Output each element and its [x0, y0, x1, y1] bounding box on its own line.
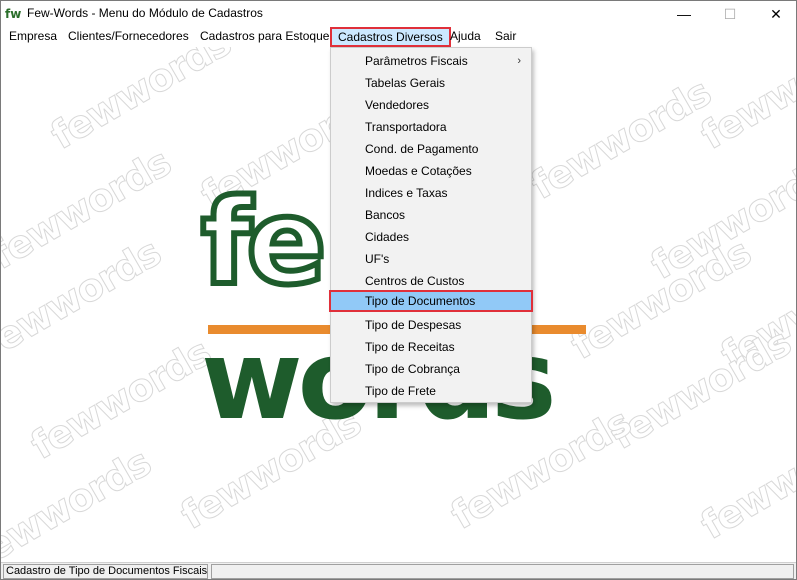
menu-item-tipo-cobranca[interactable]: Tipo de Cobrança	[331, 358, 531, 380]
status-bar: Cadastro de Tipo de Documentos Fiscais	[1, 562, 796, 579]
menu-item-label: Parâmetros Fiscais	[365, 54, 468, 68]
menu-item-bancos[interactable]: Bancos	[331, 204, 531, 226]
menu-item-tabelas-gerais[interactable]: Tabelas Gerais	[331, 72, 531, 94]
menu-empresa[interactable]: Empresa	[3, 27, 63, 47]
app-logo-icon: fw	[5, 7, 22, 21]
watermark: fewwords	[693, 410, 796, 549]
menu-item-vendedores[interactable]: Vendedores	[331, 94, 531, 116]
maximize-icon: ☐	[723, 5, 737, 22]
menu-item-cidades[interactable]: Cidades	[331, 226, 531, 248]
maximize-button[interactable]: ☐	[707, 1, 753, 27]
minimize-button[interactable]: —	[661, 1, 707, 27]
close-button[interactable]: ✕	[753, 1, 797, 27]
minimize-icon: —	[677, 6, 691, 22]
menu-item-tipo-despesas[interactable]: Tipo de Despesas	[331, 314, 531, 336]
chevron-right-icon: ›	[517, 55, 521, 67]
logo-top-text: fe	[198, 173, 329, 311]
menu-sair[interactable]: Sair	[489, 27, 522, 47]
watermark: fewwords	[523, 70, 719, 209]
menu-item-centros-custos[interactable]: Centros de Custos	[331, 270, 531, 292]
menu-item-transportadora[interactable]: Transportadora	[331, 116, 531, 138]
cadastros-diversos-dropdown: Parâmetros Fiscais › Tabelas Gerais Vend…	[329, 47, 533, 403]
title-bar: fw Few-Words - Menu do Módulo de Cadastr…	[1, 1, 796, 27]
menu-item-parametros-fiscais[interactable]: Parâmetros Fiscais ›	[331, 50, 531, 72]
menu-clientes-fornecedores[interactable]: Clientes/Fornecedores	[62, 27, 195, 47]
menu-item-cond-pagamento[interactable]: Cond. de Pagamento	[331, 138, 531, 160]
menu-item-moedas-cotacoes[interactable]: Moedas e Cotações	[331, 160, 531, 182]
menu-ajuda[interactable]: Ajuda	[444, 27, 487, 47]
watermark: fewwords	[43, 47, 239, 158]
menu-item-tipo-documentos[interactable]: Tipo de Documentos	[329, 290, 533, 312]
main-window: fw Few-Words - Menu do Módulo de Cadastr…	[0, 0, 797, 580]
watermark: fewwords	[1, 440, 158, 562]
watermark: fewwords	[23, 330, 219, 469]
menu-item-ufs[interactable]: UF's	[331, 248, 531, 270]
menu-cadastros-diversos[interactable]: Cadastros Diversos	[330, 27, 451, 47]
menu-bar: Empresa Clientes/Fornecedores Cadastros …	[1, 27, 796, 47]
window-title: Few-Words - Menu do Módulo de Cadastros	[27, 6, 263, 20]
status-panel	[211, 564, 794, 579]
menu-cadastros-estoque[interactable]: Cadastros para Estoque	[194, 27, 335, 47]
close-icon: ✕	[770, 5, 782, 22]
status-text: Cadastro de Tipo de Documentos Fiscais	[3, 564, 208, 579]
menu-item-indices-taxas[interactable]: Indices e Taxas	[331, 182, 531, 204]
menu-item-tipo-receitas[interactable]: Tipo de Receitas	[331, 336, 531, 358]
menu-item-tipo-frete[interactable]: Tipo de Frete	[331, 380, 531, 402]
